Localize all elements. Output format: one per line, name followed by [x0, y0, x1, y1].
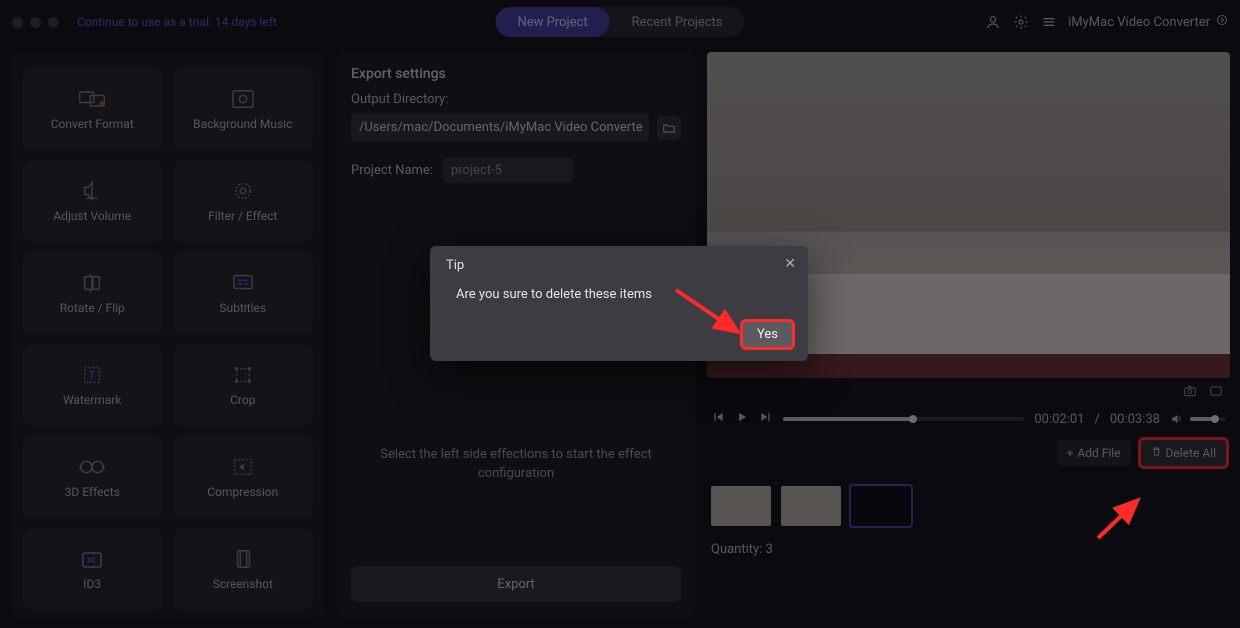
effect-tile-watermark[interactable]: Watermark: [22, 344, 163, 426]
effect-tile-label: Screenshot: [213, 577, 273, 591]
effect-tile-filter-effect[interactable]: Filter / Effect: [173, 160, 314, 242]
gear-icon[interactable]: [1012, 13, 1030, 31]
effect-tile-subtitles[interactable]: Subtitles: [173, 252, 314, 334]
modal-text: Are you sure to delete these items: [456, 287, 792, 302]
effect-tile-label: Filter / Effect: [208, 209, 277, 223]
effect-tile-compression[interactable]: Compression: [173, 436, 314, 518]
effect-tile-background-music[interactable]: Background Music: [173, 68, 314, 150]
export-settings-heading: Export settings: [351, 66, 681, 82]
effect-tile-convert-format[interactable]: Convert Format: [22, 68, 163, 150]
titlebar: Continue to use as a trial: 14 days left…: [0, 0, 1240, 44]
effect-tile-label: Convert Format: [51, 117, 134, 131]
compression-icon: [228, 455, 258, 479]
3d-effects-icon: [77, 455, 107, 479]
modal-title: Tip: [446, 258, 792, 273]
effect-tile-rotate-flip[interactable]: Rotate / Flip: [22, 252, 163, 334]
plus-icon: +: [1067, 446, 1074, 460]
brand-label: iMyMac Video Converter: [1068, 14, 1228, 30]
add-file-label: Add File: [1077, 446, 1120, 460]
effect-tile-adjust-volume[interactable]: Adjust Volume: [22, 160, 163, 242]
effect-tile-screenshot[interactable]: Screenshot: [173, 528, 314, 610]
play-button[interactable]: [735, 410, 749, 428]
watermark-icon: [77, 363, 107, 387]
effect-tile-label: Background Music: [193, 117, 292, 131]
project-name-input[interactable]: project-5: [443, 158, 573, 183]
fullscreen-icon[interactable]: [1208, 384, 1224, 402]
effect-tile-label: 3D Effects: [65, 485, 120, 499]
effect-tile-label: Adjust Volume: [53, 209, 131, 223]
titlebar-right: iMyMac Video Converter: [984, 13, 1228, 31]
time-total: 00:03:38: [1110, 412, 1160, 427]
trial-notice[interactable]: Continue to use as a trial: 14 days left: [77, 15, 277, 29]
time-sep: /: [1094, 412, 1099, 427]
rotate-flip-icon: [77, 271, 107, 295]
effect-tile-label: Crop: [230, 393, 255, 407]
trash-icon: [1151, 446, 1162, 460]
volume-control[interactable]: [1170, 412, 1226, 426]
effect-tile-label: ID3: [83, 577, 101, 591]
brand-text: iMyMac Video Converter: [1068, 15, 1210, 30]
file-actions-row: + Add File Delete All: [707, 434, 1230, 466]
tab-new-project[interactable]: New Project: [495, 7, 609, 37]
next-button[interactable]: [759, 410, 773, 428]
snapshot-icon[interactable]: [1182, 384, 1198, 402]
filter-effect-icon: [228, 179, 258, 203]
preview-tools: [707, 378, 1230, 402]
add-file-button[interactable]: + Add File: [1057, 440, 1131, 466]
effect-tile-crop[interactable]: Crop: [173, 344, 314, 426]
time-current: 00:02:01: [1034, 412, 1084, 427]
background-music-icon: [228, 87, 258, 111]
playbar: 00:02:01 / 00:03:38: [707, 402, 1230, 434]
clip-thumbnails: [707, 466, 1230, 534]
modal-yes-button[interactable]: Yes: [743, 322, 792, 347]
quantity-label: Quantity: 3: [707, 534, 1230, 557]
maximize-window-dot[interactable]: [48, 17, 59, 28]
delete-all-label: Delete All: [1166, 446, 1216, 460]
brand-chevron-icon: [1216, 14, 1228, 30]
minimize-window-dot[interactable]: [30, 17, 41, 28]
crop-icon: [228, 363, 258, 387]
clip-thumb[interactable]: [711, 486, 771, 526]
output-directory-value: /Users/mac/Documents/iMyMac Video Conver…: [351, 113, 649, 142]
account-icon[interactable]: [984, 13, 1002, 31]
id3-icon: [77, 547, 107, 571]
effect-tile-label: Subtitles: [219, 301, 266, 315]
effects-sidebar: Convert Format Background Music Adjust Vol…: [10, 52, 325, 618]
effect-tile-label: Watermark: [63, 393, 122, 407]
project-name-label: Project Name:: [351, 163, 433, 178]
close-window-dot[interactable]: [12, 17, 23, 28]
effect-tile-id3[interactable]: ID3: [22, 528, 163, 610]
seek-track[interactable]: [783, 417, 1024, 421]
adjust-volume-icon: [77, 179, 107, 203]
clip-thumb-selected[interactable]: [851, 486, 911, 526]
convert-format-icon: [77, 87, 107, 111]
project-tabs: New Project Recent Projects: [495, 7, 744, 37]
screenshot-icon: [228, 547, 258, 571]
prev-button[interactable]: [711, 410, 725, 428]
effect-tile-label: Compression: [207, 485, 278, 499]
effect-tile-label: Rotate / Flip: [60, 301, 125, 315]
clip-thumb[interactable]: [781, 486, 841, 526]
modal-close-button[interactable]: ✕: [784, 256, 796, 272]
center-helper-text: Select the left side effections to start…: [351, 446, 681, 484]
effect-tile-3d-effects[interactable]: 3D Effects: [22, 436, 163, 518]
menu-icon[interactable]: [1040, 13, 1058, 31]
delete-all-button[interactable]: Delete All: [1141, 440, 1226, 466]
tab-recent-projects[interactable]: Recent Projects: [610, 7, 745, 37]
browse-folder-button[interactable]: [657, 116, 681, 140]
subtitles-icon: [228, 271, 258, 295]
output-directory-label: Output Directory:: [351, 92, 681, 107]
window-traffic-lights: [12, 17, 59, 28]
confirm-delete-modal: ✕ Tip Are you sure to delete these items…: [430, 246, 808, 361]
export-button[interactable]: Export: [351, 566, 681, 602]
